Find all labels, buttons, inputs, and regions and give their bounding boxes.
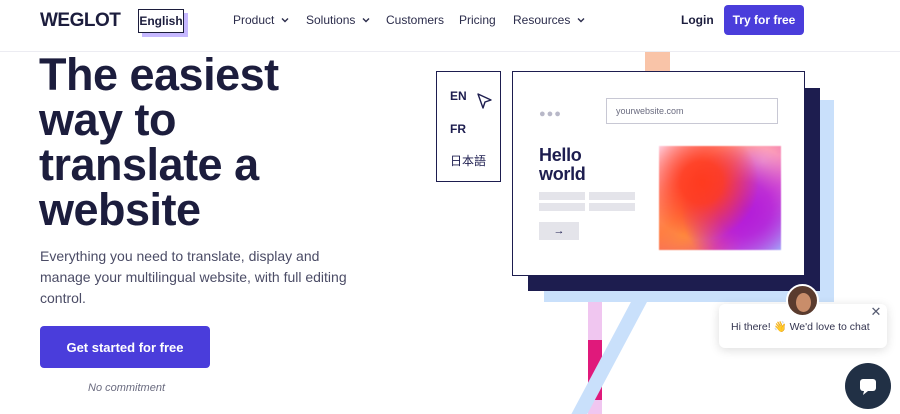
url-bar: yourwebsite.com [606, 98, 778, 124]
chevron-down-icon [362, 18, 370, 23]
nav-resources-label: Resources [513, 13, 571, 27]
nav-resources[interactable]: Resources [513, 13, 586, 27]
language-list-card: EN FR 日本語 [436, 71, 501, 182]
no-commitment-note: No commitment [88, 382, 166, 394]
nav-solutions[interactable]: Solutions [306, 13, 371, 27]
website-mockup-card: ●●● yourwebsite.com Hello world → [512, 71, 805, 276]
top-navigation: WEGLOT English Product Solutions Custome… [0, 0, 900, 52]
chat-agent-avatar [786, 284, 819, 317]
window-dots-icon: ●●● [539, 108, 562, 120]
language-option-ja: 日本語 [450, 154, 487, 168]
login-link[interactable]: Login [681, 13, 714, 27]
get-started-button[interactable]: Get started for free [40, 326, 210, 368]
hero-headline: The easiest way to translate a website [39, 49, 279, 235]
chevron-down-icon [281, 18, 289, 23]
placeholder-line [589, 203, 635, 211]
weglot-logo[interactable]: WEGLOT [40, 10, 121, 32]
nav-product-label: Product [233, 13, 275, 27]
language-option-fr: FR [450, 122, 466, 136]
nav-solutions-label: Solutions [306, 13, 356, 27]
language-option-en: EN [450, 89, 467, 103]
chevron-down-icon [577, 18, 585, 23]
cursor-icon [477, 93, 492, 109]
nav-product[interactable]: Product [233, 13, 290, 27]
placeholder-line [589, 192, 635, 200]
placeholder-line [539, 203, 585, 211]
close-icon[interactable]: ✕ [868, 304, 884, 320]
arrow-right-icon: → [539, 222, 579, 240]
nav-pricing[interactable]: Pricing [459, 13, 496, 27]
chat-bubble-icon [860, 379, 876, 395]
gradient-image [659, 146, 781, 250]
placeholder-line [539, 192, 585, 200]
chat-greeting-text: Hi there! 👋 We'd love to chat [731, 320, 870, 333]
chat-launcher-button[interactable] [845, 363, 891, 409]
avatar-face [796, 293, 811, 312]
decor-blue-stripe [571, 300, 648, 414]
hero-subtext: Everything you need to translate, displa… [40, 248, 347, 306]
nav-customers-label: Customers [386, 13, 445, 27]
nav-customers[interactable]: Customers [386, 13, 444, 27]
hello-world-text: Hello world [539, 145, 586, 184]
language-switcher[interactable]: English [138, 9, 184, 33]
nav-pricing-label: Pricing [459, 13, 496, 27]
try-for-free-button[interactable]: Try for free [724, 5, 804, 35]
